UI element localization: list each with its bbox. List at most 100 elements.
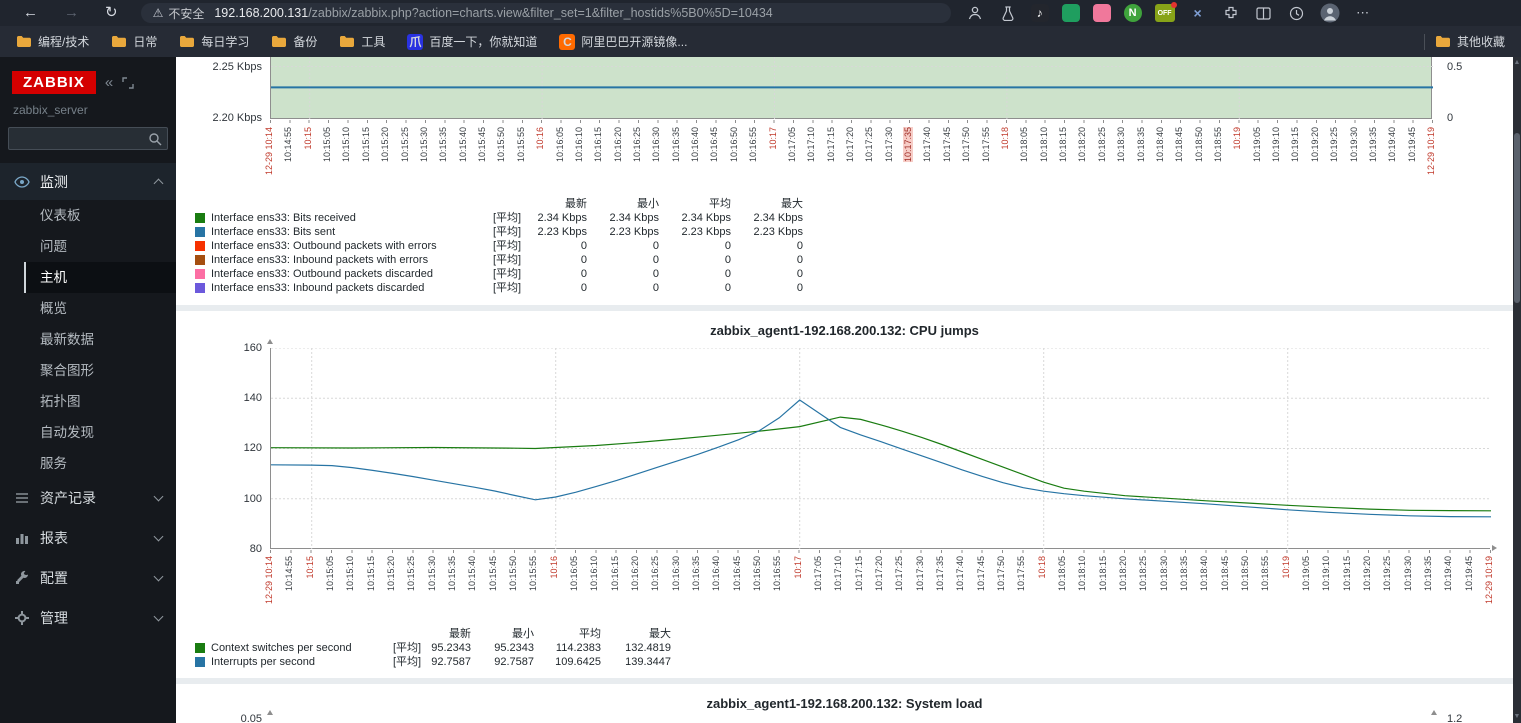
sidebar-item-dashboard[interactable]: 仪表板: [0, 200, 176, 231]
legend-series-label: Interface ens33: Inbound packets with er…: [195, 253, 485, 267]
time-axis-label: 10:16:25: [650, 556, 661, 592]
scroll-up-arrow[interactable]: ▲: [1513, 58, 1521, 68]
time-axis-label: 10:18:35: [1179, 556, 1189, 592]
nutstore-extension-icon[interactable]: N: [1123, 4, 1142, 22]
sidebar-item-hosts[interactable]: 主机: [24, 262, 176, 293]
sidebar-item-screens[interactable]: 聚合图形: [0, 355, 176, 386]
sidebar-item-latest-data[interactable]: 最新数据: [0, 324, 176, 355]
split-screen-icon[interactable]: [1254, 3, 1274, 23]
time-axis-label: 10:17:45: [975, 556, 986, 592]
scrollbar-thumb[interactable]: [1514, 133, 1520, 303]
time-axis-label: 10:19:20: [1309, 127, 1320, 163]
douyin-extension-icon[interactable]: ♪: [1030, 4, 1049, 22]
piggy-extension-icon[interactable]: [1092, 4, 1111, 22]
warning-icon: ⚠: [152, 6, 164, 20]
page-scrollbar[interactable]: ▲ ▼: [1513, 57, 1521, 723]
legend-value: 0: [580, 268, 587, 280]
security-label[interactable]: 不安全: [168, 5, 204, 22]
flask-icon[interactable]: [998, 3, 1018, 23]
time-axis-label: 10:15: [304, 556, 315, 579]
legend-func: [平均]: [393, 656, 422, 668]
browser-address-bar: ← → ↻ ⚠ 不安全 192.168.200.131/zabbix/zabbi…: [0, 0, 1521, 26]
time-axis-label: 10:16:55: [772, 556, 783, 592]
series-color-swatch: [195, 227, 205, 237]
y-axis-label: 0.05: [240, 713, 262, 723]
bookmark-folder[interactable]: 每日学习: [179, 33, 249, 50]
forward-icon[interactable]: →: [64, 0, 79, 26]
legend-header: 最新: [565, 198, 587, 210]
bookmark-folder[interactable]: 日常: [111, 33, 157, 50]
time-axis-label: 10:16:40: [690, 127, 701, 163]
profile-add-icon[interactable]: [965, 3, 985, 23]
sidebar-item-overview[interactable]: 概览: [0, 293, 176, 324]
time-axis-label: 10:15:55: [528, 556, 539, 592]
more-menu-icon[interactable]: ⋯: [1353, 3, 1373, 23]
refresh-icon[interactable]: ↻: [105, 0, 118, 26]
time-axis-label: 10:17:20: [845, 127, 855, 163]
time-axis-label: 10:16:10: [573, 127, 584, 163]
back-icon[interactable]: ←: [23, 0, 38, 26]
chart-legend: 最新 最小 平均 最大 Interface ens33: Bits received [平…: [195, 197, 803, 295]
right-axis-label: 0.5: [1447, 61, 1463, 73]
legend-row: Context switches per second [平均] 95.2343 95…: [195, 641, 671, 655]
bookmark-folder[interactable]: 编程/技术: [16, 33, 89, 50]
time-axis-label: 10:14:55: [284, 556, 295, 592]
legend-value: 0: [652, 240, 659, 252]
legend-value: 0: [724, 240, 731, 252]
legend-value: 2.34 Kbps: [537, 212, 587, 224]
series-color-swatch: [195, 269, 205, 279]
network-chart-plot[interactable]: [270, 57, 1433, 119]
other-bookmarks[interactable]: 其他收藏: [1435, 33, 1505, 50]
search-input[interactable]: [8, 127, 168, 150]
time-axis-label: 10:15:55: [515, 127, 526, 163]
sidebar-item-services[interactable]: 服务: [0, 448, 176, 479]
time-axis-label: 10:17:30: [883, 127, 894, 163]
time-axis-label: 10:17:05: [786, 127, 797, 163]
sheet-extension-icon[interactable]: [1061, 4, 1080, 22]
bookmark-folder[interactable]: 备份: [271, 33, 317, 50]
history-icon[interactable]: [1287, 3, 1307, 23]
collapse-sidebar-icon[interactable]: «: [105, 74, 113, 91]
expand-sidebar-icon[interactable]: [122, 76, 134, 89]
sidebar-item-administration[interactable]: 管理: [0, 599, 176, 636]
time-axis-label: 10:17:10: [833, 556, 844, 592]
sidebar-item-discovery[interactable]: 自动发现: [0, 417, 176, 448]
x-extension-icon[interactable]: ×: [1188, 3, 1208, 23]
sidebar-item-inventory[interactable]: 资产记录: [0, 479, 176, 516]
sidebar-item-reports[interactable]: 报表: [0, 519, 176, 556]
time-axis-label: 10:18: [999, 127, 1010, 150]
time-axis-label: 12-29 10:14: [264, 556, 274, 605]
scroll-down-arrow[interactable]: ▼: [1513, 712, 1521, 722]
cpu-chart-plot[interactable]: [270, 348, 1491, 549]
sidebar-item-problems[interactable]: 问题: [0, 231, 176, 262]
legend-value: 2.23 Kbps: [681, 226, 731, 238]
bookmark-alibaba-mirror[interactable]: C 阿里巴巴开源镜像...: [559, 33, 687, 50]
profile-avatar[interactable]: [1320, 3, 1340, 23]
sidebar-menu: 监测 仪表板 问题 主机 概览 最新数据 聚合图形 拓扑图 自动发现 服务 资产…: [0, 163, 176, 636]
sidebar-item-monitoring[interactable]: 监测: [0, 163, 176, 200]
sidebar-item-configuration[interactable]: 配置: [0, 559, 176, 596]
time-axis-label: 12-29 10:14: [264, 127, 274, 176]
legend-value: 2.34 Kbps: [753, 212, 803, 224]
legend-value: 0: [796, 268, 803, 280]
wrench-icon: [16, 570, 29, 584]
legend-header: 平均: [579, 628, 601, 640]
legend-series-label: Interface ens33: Bits received: [195, 211, 485, 225]
legend-row: Interface ens33: Outbound packets discar…: [195, 267, 803, 281]
chevron-down-icon: [153, 531, 164, 541]
puzzle-icon[interactable]: [1221, 3, 1241, 23]
url-bar[interactable]: ⚠ 不安全 192.168.200.131/zabbix/zabbix.php?…: [140, 3, 951, 23]
right-axis-arrow: [1431, 710, 1437, 715]
y-axis-label: 80: [249, 543, 262, 555]
bookmark-baidu[interactable]: 爪百度一下，你就知道: [407, 33, 537, 50]
off-badge-extension-icon[interactable]: OFF: [1154, 2, 1177, 22]
zabbix-logo[interactable]: ZABBIX: [12, 71, 96, 94]
time-axis-label: 10:17:35: [935, 556, 945, 592]
bookmark-folder[interactable]: 工具: [339, 33, 385, 50]
series-color-swatch: [195, 283, 205, 293]
time-axis-label: 10:17:45: [941, 127, 952, 163]
sidebar-item-maps[interactable]: 拓扑图: [0, 386, 176, 417]
alibaba-icon: C: [559, 33, 576, 50]
time-axis-label: 10:19:35: [1423, 556, 1433, 592]
time-axis: 12-29 10:14 10:14:55 10:15 10:15:05 10:15:10…: [264, 554, 1494, 634]
